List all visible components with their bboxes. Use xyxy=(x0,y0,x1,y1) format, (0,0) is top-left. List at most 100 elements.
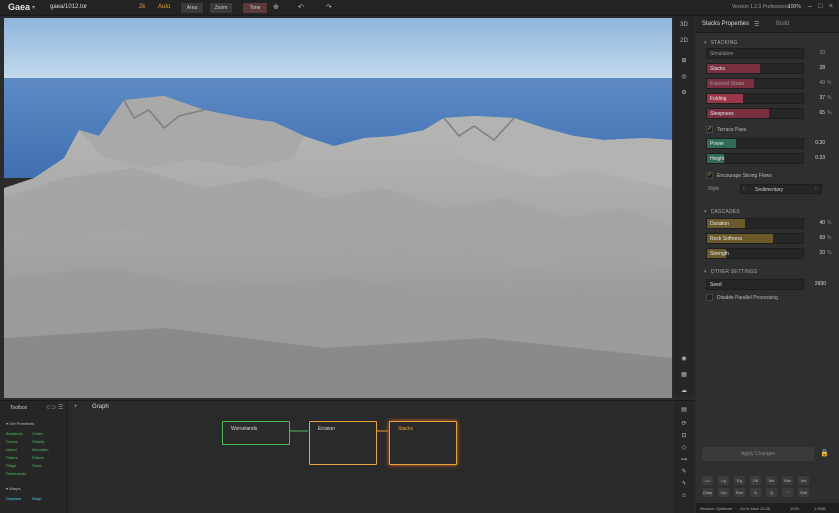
slider-unit: % xyxy=(827,235,832,241)
key-button[interactable]: Vw xyxy=(798,476,809,485)
grid-icon[interactable]: ▤ xyxy=(678,405,690,415)
slider-value[interactable]: 37 xyxy=(813,95,825,101)
seed-label: Seed xyxy=(710,282,722,288)
chevron-down-icon: ▾ xyxy=(704,269,707,275)
key-button[interactable]: Clmp xyxy=(702,488,713,497)
encourage-checkbox[interactable]: ✓ xyxy=(706,172,713,179)
seed-field[interactable]: Seed xyxy=(706,279,804,290)
apply-changes-button[interactable]: Apply Changes xyxy=(702,447,814,461)
slider-label: Steepness xyxy=(710,111,734,117)
slider-simulation[interactable]: Simulation xyxy=(706,48,804,59)
edit-icon[interactable]: ✎ xyxy=(678,467,690,477)
compass-icon[interactable]: ◉ xyxy=(678,354,690,364)
node-worselands[interactable]: Worselands xyxy=(222,421,290,445)
node-erosion[interactable]: Erosion xyxy=(309,421,377,465)
slider-power[interactable]: Power xyxy=(706,138,804,149)
slider-stacks[interactable]: Stacks xyxy=(706,63,804,74)
refresh-icon[interactable]: ⟳ xyxy=(678,419,690,429)
bolt-icon[interactable]: ϟ xyxy=(678,479,690,489)
slider-steepness[interactable]: Steepness xyxy=(706,108,804,119)
menu-icon[interactable]: ☰ xyxy=(754,21,759,28)
tab-stacks-properties[interactable]: Stacks Properties xyxy=(702,21,749,27)
grid-icon[interactable]: ⊞ xyxy=(678,56,690,66)
slider-label: Simulation xyxy=(710,51,734,57)
other-settings-section-header[interactable]: ▾ OTHER SETTINGS xyxy=(704,269,757,275)
slider-value[interactable]: 10 xyxy=(813,50,825,56)
slider-exposed-strata[interactable]: Exposed Strata xyxy=(706,78,804,89)
minimize-icon[interactable]: – xyxy=(808,3,812,10)
key-button[interactable]: Shd xyxy=(798,488,809,497)
slider-height[interactable]: Height xyxy=(706,153,804,164)
close-icon[interactable]: × xyxy=(829,3,833,10)
zoom-button[interactable]: Zoom xyxy=(210,3,232,13)
chevron-down-icon: ▾ xyxy=(704,40,707,46)
status-bar: Resolve Optimizer Go to New 10.28 1024 1… xyxy=(696,503,839,513)
key-button[interactable]: Lg xyxy=(718,476,729,485)
slider-value[interactable]: 0.33 xyxy=(813,155,825,161)
terrace-pass-checkbox[interactable]: ✓ xyxy=(706,126,713,133)
slider-label: Duration xyxy=(710,221,729,227)
view-2d-icon[interactable]: 2D xyxy=(678,36,690,46)
disable-parallel-checkbox[interactable] xyxy=(706,294,713,301)
link-icon[interactable]: ⊶ xyxy=(678,455,690,465)
tone-button[interactable]: Tone xyxy=(243,3,267,13)
slider-rock-softness[interactable]: Rock Softness xyxy=(706,233,804,244)
node-title: Erosion xyxy=(318,426,335,432)
auto-build-toggle[interactable]: Auto xyxy=(158,4,170,10)
key-button[interactable]: Clp xyxy=(718,488,729,497)
properties-panel: Stacks Properties ☰ Build ▾ STACKING Simu… xyxy=(696,16,839,513)
slider-value[interactable]: 40 xyxy=(813,220,825,226)
zoom-level[interactable]: 100% xyxy=(788,4,801,10)
undo-icon[interactable]: ↶ xyxy=(298,3,304,11)
node-stacks[interactable]: Stacks xyxy=(389,421,457,465)
chevron-down-icon[interactable]: ▾ xyxy=(32,4,35,11)
style-label: Style xyxy=(708,186,720,192)
lock-icon[interactable]: 🔒 xyxy=(820,449,829,457)
cascades-section-header[interactable]: ▾ CASCADES xyxy=(704,209,740,215)
settings-icon[interactable]: ⚙ xyxy=(678,88,690,98)
slider-value[interactable]: 65 xyxy=(813,110,825,116)
key-button[interactable]: Bsn xyxy=(734,488,745,497)
slider-unit: % xyxy=(827,250,832,256)
key-button[interactable]: Mn xyxy=(766,476,777,485)
slider-value[interactable]: 28 xyxy=(813,65,825,71)
slider-label: Exposed Strata xyxy=(710,81,745,87)
slider-value[interactable]: 49 xyxy=(813,80,825,86)
redo-icon[interactable]: ↷ xyxy=(326,3,332,11)
key-button[interactable]: Mw xyxy=(782,476,793,485)
3d-viewport[interactable] xyxy=(4,18,672,398)
view-3d-icon[interactable]: 3D xyxy=(678,20,690,30)
area-button[interactable]: Area xyxy=(181,3,203,13)
key-button[interactable]: A xyxy=(750,488,761,497)
status-goto[interactable]: Go to New 10.28 xyxy=(740,506,770,511)
lighting-icon[interactable]: ◎ xyxy=(678,72,690,82)
node-icon[interactable]: ◇ xyxy=(678,443,690,453)
person-icon[interactable]: ☺ xyxy=(678,491,690,501)
bookmark-icon[interactable]: ⊡ xyxy=(678,431,690,441)
seed-value[interactable]: 2930 xyxy=(806,281,826,287)
key-button[interactable]: Q xyxy=(766,488,777,497)
app-logo[interactable]: Gaea xyxy=(8,2,30,12)
tab-build[interactable]: Build xyxy=(776,21,789,27)
slider-duration[interactable]: Duration xyxy=(706,218,804,229)
viewport-toolstrip: 3D 2D ⊞ ◎ ⚙ ◉ ▦ ☁ xyxy=(674,16,694,396)
cloud-icon[interactable]: ☁ xyxy=(678,386,690,396)
slider-folding[interactable]: Folding xyxy=(706,93,804,104)
stacking-section-header[interactable]: ▾ STACKING xyxy=(704,40,738,46)
slider-value[interactable]: 20 xyxy=(813,250,825,256)
slider-strength[interactable]: Strength xyxy=(706,248,804,259)
key-button[interactable]: Lo xyxy=(702,476,713,485)
frame-icon[interactable]: ▦ xyxy=(678,370,690,380)
key-button[interactable]: Dif xyxy=(750,476,761,485)
resolution-selector[interactable]: 2k xyxy=(139,4,145,10)
bottom-area: Toolbox ⊂⊃ ☰ ▾ Get Primitives Badlands Du… xyxy=(0,400,694,513)
slider-value[interactable]: 69 xyxy=(813,235,825,241)
maximize-icon[interactable]: □ xyxy=(818,3,822,10)
key-button[interactable]: ^ xyxy=(782,488,793,497)
slider-value[interactable]: 0.30 xyxy=(813,140,825,146)
key-button[interactable]: Eg xyxy=(734,476,745,485)
top-bar: Gaea ▾ gaea/1012.tor 2k Auto Area Zoom T… xyxy=(0,0,839,16)
status-optimizer[interactable]: Resolve Optimizer xyxy=(700,506,733,511)
target-icon[interactable]: ⊕ xyxy=(273,3,279,11)
style-dropdown[interactable]: ‹ Sedimentary › xyxy=(740,184,822,194)
